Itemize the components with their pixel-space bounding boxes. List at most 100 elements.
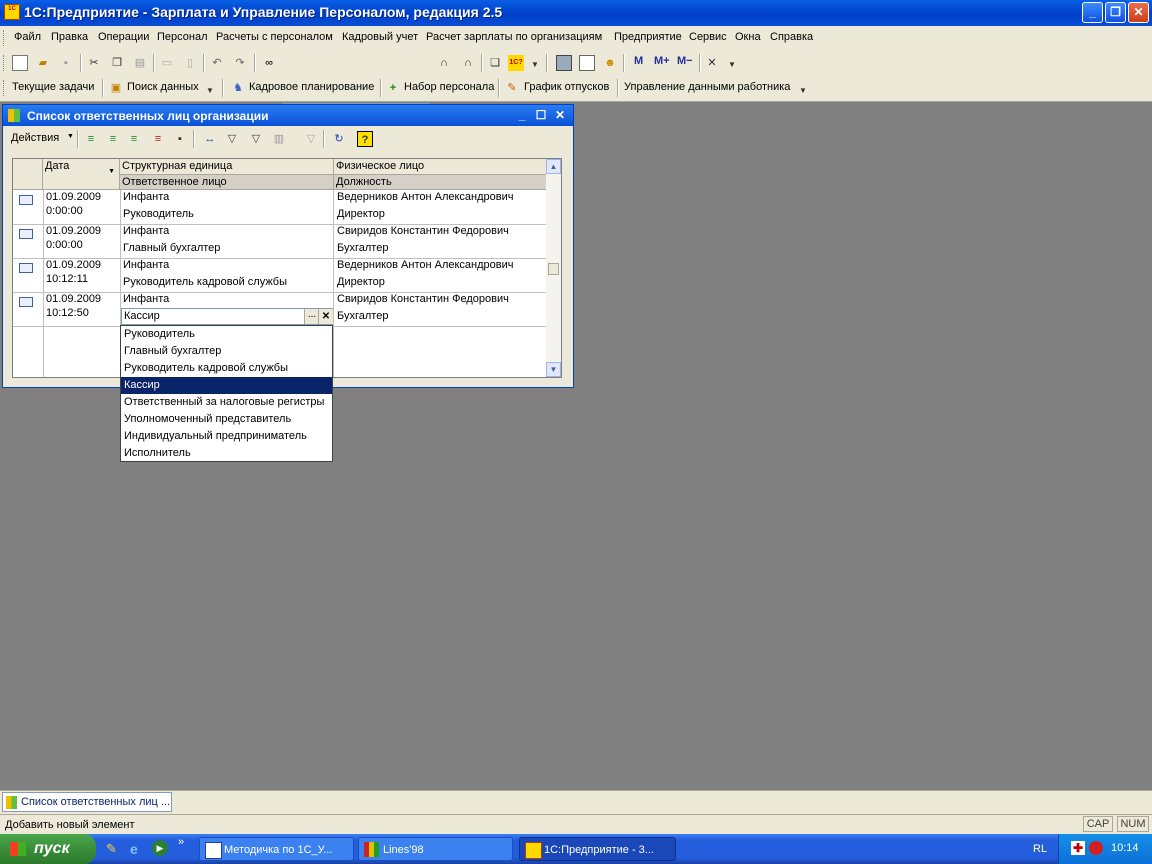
window-panel-item[interactable]: Список ответственных лиц ... bbox=[2, 792, 172, 812]
save-row-icon[interactable]: ▪ bbox=[172, 131, 188, 147]
menu-windows[interactable]: Окна bbox=[735, 31, 761, 43]
row-person[interactable]: Ведерников Антон Александрович bbox=[335, 191, 514, 203]
child-title-bar[interactable]: Список ответственных лиц организации _ ☐… bbox=[3, 105, 573, 126]
help-icon[interactable]: ? bbox=[357, 131, 373, 147]
menu-enterprise[interactable]: Предприятие bbox=[614, 31, 682, 43]
row-date[interactable]: 01.09.2009 bbox=[44, 191, 101, 203]
row-responsible[interactable]: Руководитель кадровой службы bbox=[121, 276, 287, 288]
child-close-button[interactable]: ✕ bbox=[553, 108, 567, 122]
column-header-responsible[interactable]: Ответственное лицо bbox=[120, 175, 334, 190]
menu-grip[interactable] bbox=[3, 30, 7, 46]
column-header-unit[interactable]: Структурная единица bbox=[120, 159, 334, 175]
menu-payroll[interactable]: Расчеты с персоналом bbox=[216, 31, 333, 43]
menu-hr[interactable]: Кадровый учет bbox=[342, 31, 418, 43]
dropdown-item-selected[interactable]: Кассир bbox=[121, 377, 332, 394]
column-header-person[interactable]: Физическое лицо bbox=[334, 159, 548, 175]
recruitment-button[interactable]: Набор персонала bbox=[404, 81, 494, 93]
toolbar-grip[interactable] bbox=[3, 55, 7, 71]
minimize-button[interactable]: _ bbox=[1082, 2, 1103, 23]
dropdown-item[interactable]: Главный бухгалтер bbox=[121, 343, 332, 360]
copy-row-icon[interactable]: ≡ bbox=[105, 131, 121, 147]
close-button[interactable]: ✕ bbox=[1128, 2, 1149, 23]
taskbar-item-word[interactable]: Методичка по 1С_У... bbox=[199, 837, 354, 861]
filter-value-icon[interactable]: ▽ bbox=[248, 131, 264, 147]
media-player-icon[interactable]: ▶ bbox=[152, 840, 168, 856]
row-unit[interactable]: Инфанта bbox=[121, 225, 169, 237]
clear-button[interactable]: ✕ bbox=[318, 309, 333, 324]
find-next-icon[interactable]: ∩ bbox=[460, 55, 476, 71]
quicklaunch-icon[interactable]: ✎ bbox=[106, 841, 122, 857]
antivirus-icon[interactable] bbox=[1089, 841, 1103, 855]
menu-operations[interactable]: Операции bbox=[98, 31, 149, 43]
menu-help[interactable]: Справка bbox=[770, 31, 813, 43]
hr-planning-button[interactable]: Кадровое планирование bbox=[249, 81, 374, 93]
responsible-dropdown-list[interactable]: Руководитель Главный бухгалтер Руководит… bbox=[120, 325, 333, 462]
vacation-schedule-button[interactable]: График отпусков bbox=[524, 81, 609, 93]
row-position[interactable]: Бухгалтер bbox=[335, 310, 388, 322]
row-responsible[interactable]: Главный бухгалтер bbox=[121, 242, 220, 254]
row-unit[interactable]: Инфанта bbox=[121, 191, 169, 203]
actions-menu-button[interactable]: Действия bbox=[11, 132, 59, 144]
chevron-down-icon[interactable]: ▼ bbox=[67, 133, 74, 140]
row-unit[interactable]: Инфанта bbox=[121, 293, 169, 305]
cut-icon[interactable]: ✂ bbox=[86, 55, 102, 71]
filter-icon[interactable]: ▽ bbox=[224, 131, 240, 147]
dropdown-item[interactable]: Исполнитель bbox=[121, 445, 332, 462]
memory-plus-button[interactable]: M+ bbox=[654, 55, 670, 67]
scroll-down-icon[interactable]: ▼ bbox=[546, 362, 561, 377]
dropdown-item[interactable]: Ответственный за налоговые регистры bbox=[121, 394, 332, 411]
find-binoculars-icon[interactable]: ∞ bbox=[261, 55, 277, 71]
print-preview-icon[interactable]: ▯ bbox=[182, 55, 198, 71]
column-header-date[interactable]: Дата ▼ bbox=[43, 159, 120, 190]
menu-salary-orgs[interactable]: Расчет зарплаты по организациям bbox=[426, 31, 602, 43]
find-previous-icon[interactable]: ∩ bbox=[436, 55, 452, 71]
child-maximize-button[interactable]: ☐ bbox=[534, 108, 548, 122]
current-tasks-button[interactable]: Текущие задачи bbox=[12, 81, 94, 93]
clear-filter-icon[interactable]: ▽ bbox=[303, 131, 319, 147]
row-responsible[interactable]: Руководитель bbox=[121, 208, 194, 220]
paste-icon[interactable]: ▤ bbox=[132, 55, 148, 71]
print-icon[interactable]: ▭ bbox=[159, 55, 175, 71]
dropdown-item[interactable]: Руководитель bbox=[121, 326, 332, 343]
row-position[interactable]: Директор bbox=[335, 276, 385, 288]
undo-icon[interactable]: ↶ bbox=[209, 55, 225, 71]
copy-icon[interactable]: ❐ bbox=[109, 55, 125, 71]
edit-row-icon[interactable]: ≡ bbox=[126, 131, 142, 147]
language-indicator[interactable]: RL bbox=[1033, 843, 1047, 855]
quicklaunch-more-icon[interactable]: » bbox=[178, 836, 184, 848]
row-date[interactable]: 01.09.2009 bbox=[44, 259, 101, 271]
internet-explorer-icon[interactable]: e bbox=[130, 841, 146, 857]
tools-icon[interactable]: ✕ bbox=[704, 55, 720, 71]
row-time[interactable]: 0:00:00 bbox=[44, 205, 83, 217]
save-icon[interactable]: ▪ bbox=[58, 55, 74, 71]
row-position[interactable]: Директор bbox=[335, 208, 385, 220]
row-time[interactable]: 0:00:00 bbox=[44, 239, 83, 251]
windows-icon[interactable]: ❏ bbox=[487, 55, 503, 71]
dropdown-item[interactable]: Руководитель кадровой службы bbox=[121, 360, 332, 377]
open-folder-icon[interactable]: ▰ bbox=[35, 55, 51, 71]
chevron-down-icon[interactable]: ▼ bbox=[527, 57, 543, 73]
row-date[interactable]: 01.09.2009 bbox=[44, 225, 101, 237]
calculator-icon[interactable] bbox=[556, 55, 572, 71]
vertical-scrollbar[interactable]: ▲ ▼ bbox=[546, 159, 561, 377]
chevron-down-icon[interactable]: ▼ bbox=[202, 83, 218, 99]
memory-minus-button[interactable]: M− bbox=[677, 55, 693, 67]
chevron-down-icon[interactable]: ▼ bbox=[795, 83, 811, 99]
filter-history-icon[interactable]: ▥ bbox=[271, 131, 287, 147]
memory-m-button[interactable]: M bbox=[634, 55, 643, 67]
row-person[interactable]: Свиридов Константин Федорович bbox=[335, 293, 509, 305]
menu-service[interactable]: Сервис bbox=[689, 31, 727, 43]
scroll-up-icon[interactable]: ▲ bbox=[546, 159, 561, 174]
responsible-edit-field[interactable]: Кассир ... ✕ bbox=[121, 308, 333, 325]
row-time[interactable]: 10:12:50 bbox=[44, 307, 89, 319]
row-date[interactable]: 01.09.2009 bbox=[44, 293, 101, 305]
app-title-bar[interactable]: 1С 1С:Предприятие - Зарплата и Управлени… bbox=[0, 0, 1152, 26]
row-person[interactable]: Свиридов Константин Федорович bbox=[335, 225, 509, 237]
menu-file[interactable]: Файл bbox=[14, 31, 41, 43]
new-document-icon[interactable] bbox=[12, 55, 28, 71]
calendar-icon[interactable] bbox=[579, 55, 595, 71]
toolbar-grip[interactable] bbox=[3, 80, 7, 96]
start-button[interactable]: пуск bbox=[0, 834, 96, 864]
dropdown-item[interactable]: Индивидуальный предприниматель bbox=[121, 428, 332, 445]
dropdown-item[interactable]: Уполномоченный представитель bbox=[121, 411, 332, 428]
